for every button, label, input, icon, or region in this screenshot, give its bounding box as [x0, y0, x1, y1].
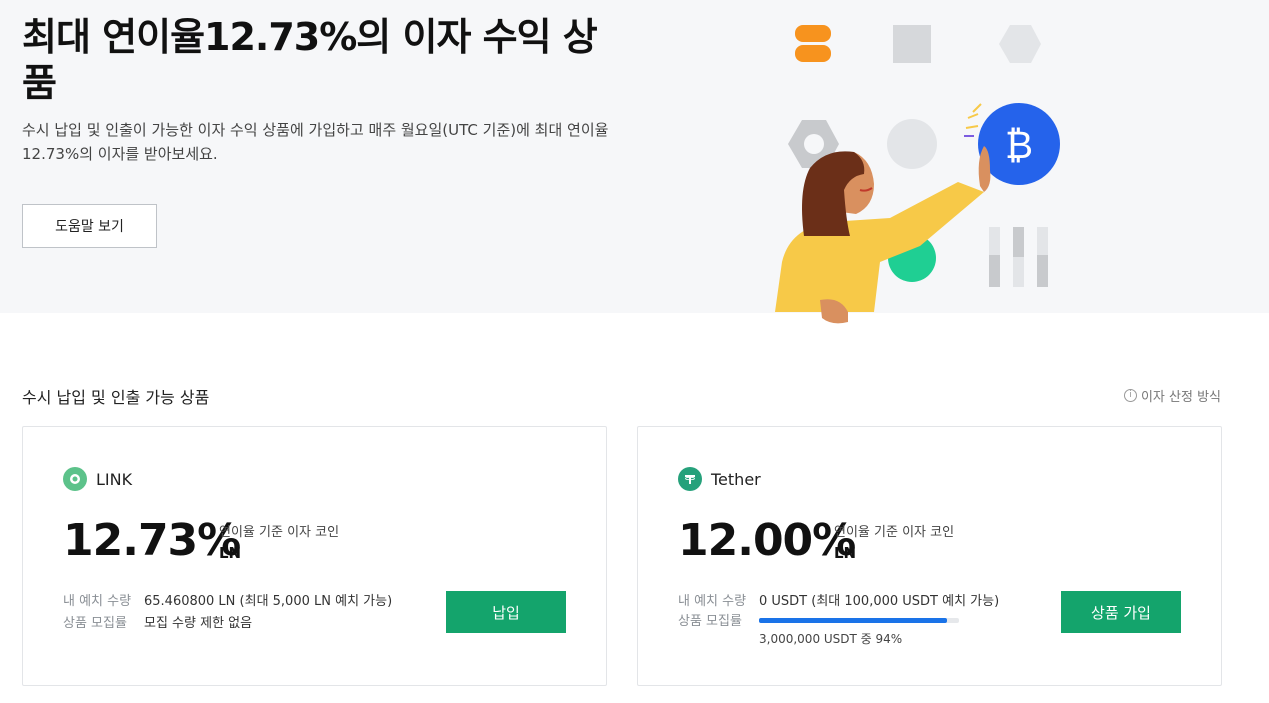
deposit-row: 내 예치 수량 0 USDT (최대 100,000 USDT 예치 가능) [678, 590, 999, 609]
hexagon-shape [999, 25, 1041, 63]
tether-coin-icon [678, 467, 702, 491]
interest-coin-unit: LN [219, 544, 242, 562]
recruit-key: 상품 모집률 [63, 616, 127, 631]
product-card-link: LINK 12.73% 연이율 기준 이자 코인 LN 내 예치 수량 65.4… [22, 426, 607, 686]
orange-block-shape [795, 25, 831, 42]
recruit-key: 상품 모집률 [678, 614, 742, 629]
deposit-key: 내 예치 수량 [63, 594, 132, 609]
interest-calc-label: 이자 산정 방식 [1140, 390, 1221, 405]
grey-square-shape [893, 25, 931, 63]
info-icon: i [1123, 389, 1137, 402]
interest-rate: 12.73% [63, 515, 241, 566]
coin-header: Tether [678, 467, 761, 491]
coin-header: LINK [63, 467, 132, 491]
coin-name: LINK [96, 469, 133, 489]
recruit-progress-bar [759, 618, 959, 623]
rate-label: 연이율 기준 이자 코인 [219, 525, 340, 540]
page-title: 최대 연이율12.73%의 이자 수익 상품 [22, 15, 598, 105]
interest-rate: 12.00% [678, 515, 856, 566]
recruit-row: 상품 모집률 모집 수량 제한 없음 [63, 612, 252, 631]
recruit-row: 상품 모집률 [678, 610, 759, 629]
recruit-progress-text: 3,000,000 USDT 중 94% [759, 632, 903, 646]
rate-meta: 연이율 기준 이자 코인 LN [219, 521, 339, 562]
svg-text:₿: ₿ [1005, 123, 1033, 167]
recruit-value: 모집 수량 제한 없음 [144, 616, 253, 631]
interest-coin-unit: LN [834, 544, 857, 562]
hero-illustration: ₿ [775, 25, 1060, 324]
deposit-value: 65.460800 LN (최대 5,000 LN 예치 가능) [144, 594, 393, 609]
rate-label: 연이율 기준 이자 코인 [834, 525, 955, 540]
link-coin-icon [63, 467, 87, 491]
coin-name: Tether [711, 469, 761, 489]
deposit-key: 내 예치 수량 [678, 594, 747, 609]
deposit-button[interactable]: 납입 [446, 591, 566, 633]
hero-banner: 최대 연이율12.73%의 이자 수익 상품 수시 납입 및 인출이 가능한 이… [0, 0, 1269, 324]
recruit-progress-fill [759, 618, 947, 623]
deposit-value: 0 USDT (최대 100,000 USDT 예치 가능) [759, 594, 1000, 609]
rate-meta: 연이율 기준 이자 코인 LN [834, 521, 954, 562]
join-product-button[interactable]: 상품 가입 [1061, 591, 1181, 633]
interest-calc-link[interactable]: i 이자 산정 방식 [1123, 386, 1221, 405]
product-card-tether: Tether 12.00% 연이율 기준 이자 코인 LN 내 예치 수량 0 … [637, 426, 1222, 686]
section-title: 수시 납입 및 인출 가능 상품 [22, 388, 210, 407]
help-button[interactable]: 도움말 보기 [22, 204, 157, 248]
deposit-row: 내 예치 수량 65.460800 LN (최대 5,000 LN 예치 가능) [63, 590, 392, 609]
hero-description: 수시 납입 및 인출이 가능한 이자 수익 상품에 가입하고 매주 월요일(UT… [22, 121, 609, 163]
